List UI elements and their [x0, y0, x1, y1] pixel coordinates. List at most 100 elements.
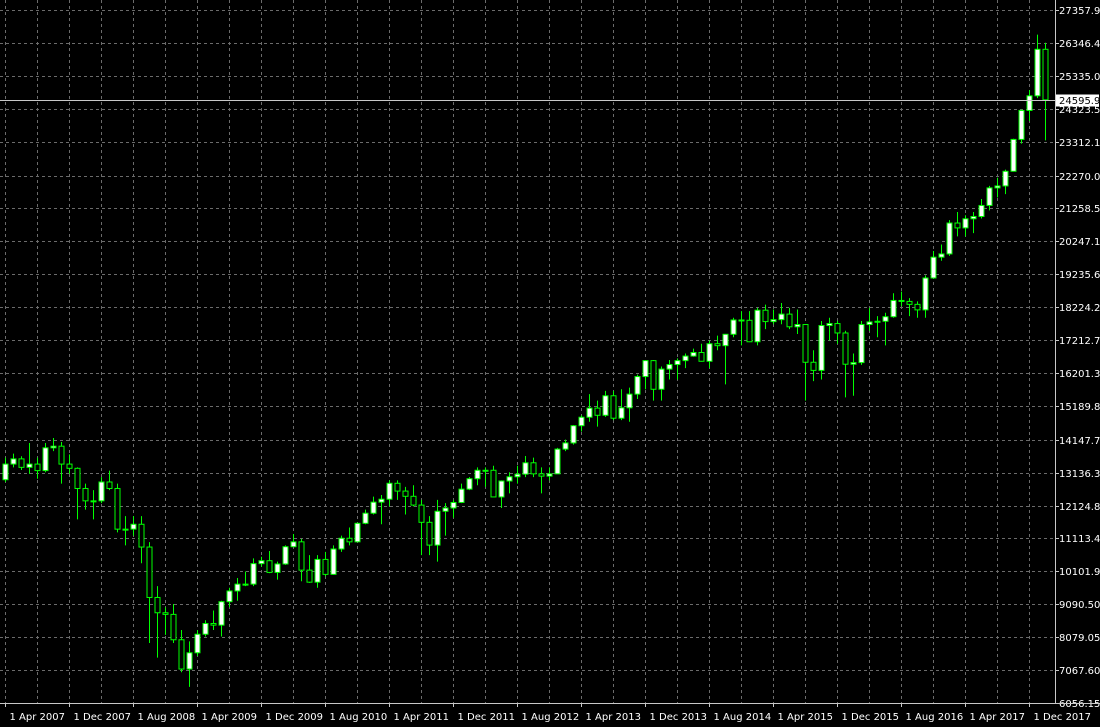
candle-body-bullish: [122, 528, 129, 531]
candle-body-bullish: [634, 376, 641, 395]
candle-body-bearish: [402, 490, 409, 497]
candle-body-bearish: [762, 309, 769, 323]
candle-body-bullish: [194, 633, 201, 654]
x-tick-label: 1 Dec 2013: [650, 712, 708, 723]
candle-body-bearish: [698, 351, 705, 362]
candle: [330, 545, 337, 575]
y-tick-label: 27357.90: [1059, 6, 1100, 17]
candle-body-bullish: [554, 448, 561, 475]
candle-body-bullish: [938, 253, 945, 258]
candle: [1010, 138, 1017, 172]
candle-body-bullish: [202, 622, 209, 635]
candle-body-bullish: [2, 463, 9, 481]
candle-body-bearish: [146, 546, 153, 598]
candle-body-bullish: [770, 319, 777, 323]
candle-body-bullish: [570, 425, 577, 444]
y-tick-label: 14147.75: [1059, 436, 1100, 447]
candle-body-bearish: [394, 482, 401, 492]
y-tick-label: 9090.50: [1059, 600, 1100, 611]
candle: [490, 465, 497, 498]
candle: [466, 477, 473, 491]
candle: [354, 522, 361, 543]
candle-body-bearish: [178, 639, 185, 670]
x-tick-label: 1 Dec 2009: [266, 712, 324, 723]
candle-body-bullish: [130, 523, 137, 530]
y-tick-label: 10101.95: [1059, 567, 1100, 578]
candle-body-bullish: [546, 473, 553, 477]
candle-body-bearish: [786, 313, 793, 328]
candle-body-bearish: [170, 613, 177, 641]
x-tick-label: 1 Aug 2012: [522, 712, 580, 723]
candle-body-bullish: [626, 393, 633, 409]
candle-body-bullish: [1026, 95, 1033, 111]
candle-body-bullish: [26, 463, 33, 468]
candle-body-bearish: [810, 361, 817, 371]
candle-body-bullish: [866, 321, 873, 326]
candle-body-bullish: [522, 462, 529, 475]
candle-body-bearish: [162, 612, 169, 615]
candle-body-bullish: [674, 360, 681, 366]
candle-body-bearish: [266, 560, 273, 573]
candle-body-bullish: [362, 512, 369, 524]
candle-body-bullish: [682, 355, 689, 362]
candle-body-bullish: [578, 416, 585, 427]
candle-body-bullish: [42, 447, 49, 472]
candle-body-bullish: [890, 299, 897, 318]
candle-body-bullish: [562, 442, 569, 450]
candle-body-bullish: [818, 324, 825, 371]
candle-body-bullish: [50, 445, 57, 449]
candle-body-bearish: [610, 395, 617, 419]
candle-body-bullish: [1034, 48, 1041, 97]
x-tick-label: 1 Apr 2013: [586, 712, 641, 723]
candle: [194, 630, 201, 657]
candle-body-bullish: [874, 320, 881, 323]
candle: [1018, 109, 1025, 144]
candle-body-bearish: [306, 569, 313, 583]
candle-body-bullish: [354, 522, 361, 543]
candle-body-bullish: [234, 583, 241, 592]
y-tick-label: 6056.15: [1059, 699, 1100, 710]
candle-body-bullish: [602, 395, 609, 416]
candle-body-bullish: [386, 482, 393, 500]
candle-body-bullish: [474, 469, 481, 480]
candle-body-bullish: [282, 546, 289, 565]
x-tick-label: 1 Apr 2017: [970, 712, 1025, 723]
candle-body-bullish: [314, 558, 321, 583]
candle-body-bullish: [186, 652, 193, 670]
y-tick-label: 17212.75: [1059, 336, 1100, 347]
y-tick-label: 16201.30: [1059, 369, 1100, 380]
candle-body-bullish: [586, 407, 593, 418]
candle-body-bearish: [746, 319, 753, 343]
candle: [754, 307, 761, 346]
x-tick-label: 1 Dec 2007: [74, 712, 132, 723]
candle-body-bullish: [978, 204, 985, 218]
candle-body-bullish: [706, 343, 713, 362]
candle-body-bullish: [458, 488, 465, 503]
candle-body-bullish: [498, 480, 505, 498]
candle-body-bullish: [1018, 109, 1025, 140]
y-tick-label: 7067.60: [1059, 666, 1100, 677]
candle-body-bullish: [434, 510, 441, 546]
x-tick-label: 1 Apr 2009: [202, 712, 257, 723]
candle-body-bullish: [666, 364, 673, 370]
candle-body-bullish: [258, 560, 265, 565]
candle: [554, 447, 561, 475]
candle-body-bullish: [1010, 138, 1017, 172]
candle-body-bullish: [754, 309, 761, 343]
candle-body-bearish: [834, 323, 841, 334]
candle-body-bullish: [290, 541, 297, 548]
candle-body-bearish: [66, 463, 73, 469]
candle-body-bearish: [898, 299, 905, 302]
candle-body-bullish: [378, 498, 385, 503]
candle: [946, 220, 953, 256]
y-tick-label: 13136.30: [1059, 469, 1100, 480]
y-tick-label: 22270.00: [1059, 172, 1100, 183]
candle: [858, 320, 865, 365]
x-tick-label: 1 Apr 2007: [10, 712, 65, 723]
candle-body-bullish: [778, 313, 785, 321]
candle-body-bearish: [58, 445, 65, 465]
candle-body-bearish: [18, 458, 25, 468]
candle-body-bearish: [34, 463, 41, 472]
candle-body-bullish: [250, 563, 257, 585]
candle-body-bullish: [506, 476, 513, 482]
